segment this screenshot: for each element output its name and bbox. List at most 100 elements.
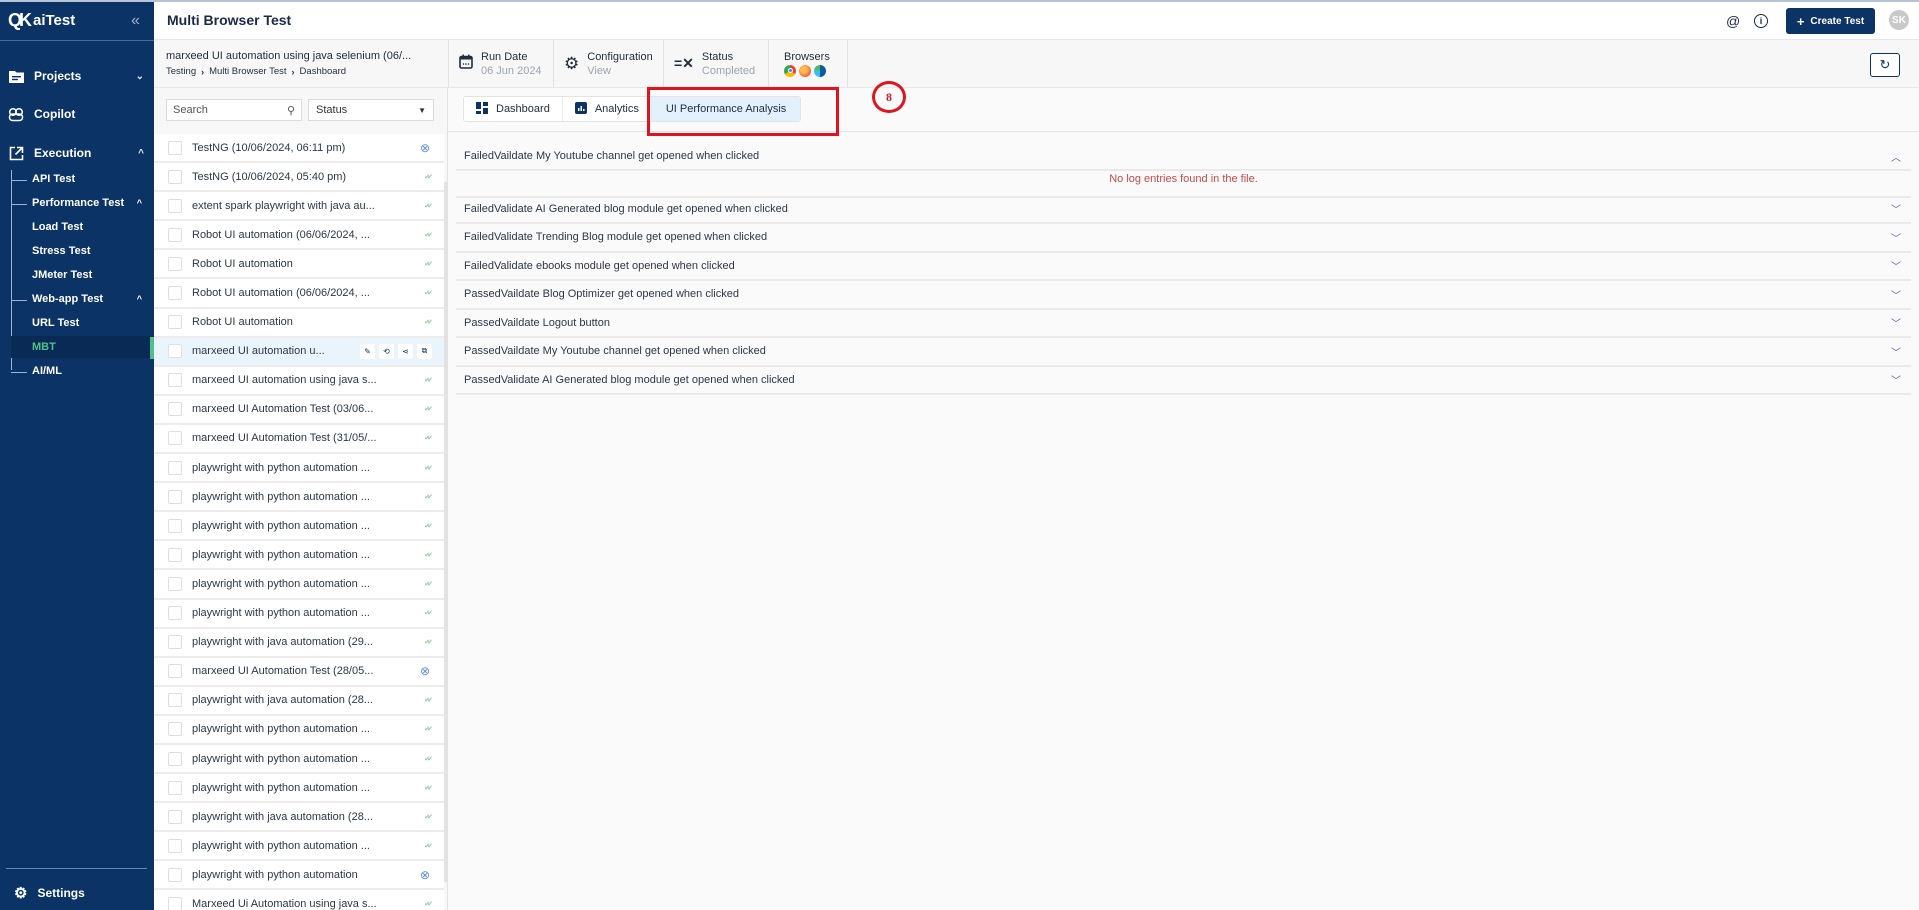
chevron-down-icon[interactable]: ﹀ [1891,230,1901,245]
row-checkbox[interactable] [168,373,182,388]
result-accordion-item[interactable]: PassedValidate AI Generated blog module … [456,367,1911,395]
chevron-down-icon[interactable]: ﹀ [1891,315,1901,330]
row-checkbox[interactable] [168,518,182,533]
create-test-button[interactable]: + Create Test [1786,8,1875,34]
row-checkbox[interactable] [168,751,182,766]
list-item[interactable]: playwright with python automation ... ✔✔ [154,454,444,484]
result-accordion-item[interactable]: PassedVaildate Logout button ﹀ [456,310,1911,338]
share-icon[interactable]: ⋖ [398,343,413,359]
list-item[interactable]: Marxeed Ui Automation using java s... ✔✔ [154,890,444,910]
row-checkbox[interactable] [168,838,182,853]
avatar[interactable]: SK [1889,10,1909,30]
list-item[interactable]: marxeed UI Automation Test (03/06... ✔✔ [154,395,444,425]
row-checkbox[interactable] [168,140,182,155]
list-item[interactable]: TestNG (10/06/2024, 05:40 pm) ✔✔ [154,163,444,193]
list-item[interactable]: playwright with java automation (28... ✔✔ [154,686,444,716]
list-item[interactable]: playwright with python automation ⊗ [154,861,444,891]
list-item[interactable]: playwright with python automation ... ✔✔ [154,774,444,804]
nav-execution[interactable]: Execution ^ [8,145,148,161]
row-checkbox[interactable] [168,169,182,184]
row-checkbox[interactable] [168,431,182,446]
list-item[interactable]: playwright with java automation (29... ✔✔ [154,628,444,658]
search-input[interactable]: Search ⚲ [166,99,302,121]
row-checkbox[interactable] [168,402,182,417]
row-checkbox[interactable] [168,896,182,910]
nav-url-test[interactable]: URL Test [32,317,152,329]
tab-analytics[interactable]: Analytics [563,97,652,121]
result-accordion-header[interactable]: FailedVaildate My Youtube channel get op… [456,144,1911,171]
list-item[interactable]: Robot UI automation (06/06/2024, ... ✔✔ [154,279,444,309]
result-accordion-header[interactable]: PassedVaildate Blog Optimizer get opened… [456,281,1911,308]
list-item[interactable]: playwright with java automation (28... ✔✔ [154,803,444,833]
result-accordion-item[interactable]: PassedVaildate Blog Optimizer get opened… [456,281,1911,310]
nav-performance-test[interactable]: Performance Test ^ [11,197,152,209]
breadcrumb-multi-browser-test[interactable]: Multi Browser Test [209,66,286,77]
list-item[interactable]: marxeed UI automation u... ✎ ⟲ ⋖ ⧉ [154,337,444,367]
chevron-up-icon[interactable]: ︿ [1891,149,1901,164]
row-checkbox[interactable] [168,460,182,475]
nav-mbt[interactable]: MBT [11,336,154,358]
list-item[interactable]: playwright with python automation ... ✔✔ [154,570,444,600]
result-accordion-item[interactable]: FailedValidate AI Generated blog module … [456,196,1911,224]
row-checkbox[interactable] [168,198,182,213]
result-accordion-header[interactable]: PassedValidate AI Generated blog module … [456,367,1911,394]
row-checkbox[interactable] [168,780,182,795]
refresh-button[interactable]: ↻ [1870,53,1900,77]
row-checkbox[interactable] [168,664,182,679]
row-checkbox[interactable] [168,315,182,330]
chevron-down-icon[interactable]: ﹀ [1891,258,1901,273]
result-accordion-item[interactable]: FailedVaildate My Youtube channel get op… [456,144,1911,198]
configuration-view-link[interactable]: View [587,65,652,77]
list-item[interactable]: marxeed UI automation using java s... ✔✔ [154,366,444,396]
row-checkbox[interactable] [168,606,182,621]
nav-stress-test[interactable]: Stress Test [32,245,152,257]
row-checkbox[interactable] [168,227,182,242]
mention-icon[interactable]: @ [1726,13,1740,29]
tab-dashboard[interactable]: Dashboard [464,97,563,121]
status-filter-select[interactable]: Status ▼ [308,99,434,121]
row-checkbox[interactable] [168,722,182,737]
list-item[interactable]: playwright with python automation ... ✔✔ [154,512,444,542]
row-checkbox[interactable] [168,867,182,882]
result-accordion-item[interactable]: FailedValidate ebooks module get opened … [456,253,1911,281]
list-item[interactable]: playwright with python automation ... ✔✔ [154,483,444,513]
row-checkbox[interactable] [168,635,182,650]
breadcrumb-dashboard[interactable]: Dashboard [300,66,346,77]
row-checkbox[interactable] [168,286,182,301]
chevron-down-icon[interactable]: ﹀ [1891,287,1901,302]
result-accordion-header[interactable]: PassedVaildate My Youtube channel get op… [456,338,1911,365]
row-checkbox[interactable] [168,809,182,824]
chevron-down-icon[interactable]: ﹀ [1891,344,1901,359]
row-checkbox[interactable] [168,489,182,504]
row-checkbox[interactable] [168,256,182,271]
list-item[interactable]: playwright with python automation ... ✔✔ [154,715,444,745]
list-item[interactable]: TestNG (10/06/2024, 06:11 pm) ⊗ [154,134,444,164]
list-item[interactable]: Robot UI automation ✔✔ [154,308,444,338]
nav-projects[interactable]: Projects ⌄ [8,68,148,84]
nav-jmeter-test[interactable]: JMeter Test [32,269,152,281]
list-item[interactable]: playwright with python automation ... ✔✔ [154,744,444,775]
list-item[interactable]: extent spark playwright with java au... ✔… [154,192,444,222]
list-item[interactable]: Robot UI automation (06/06/2024, ... ✔✔ [154,221,444,251]
row-checkbox[interactable] [168,344,182,359]
list-item[interactable]: playwright with python automation ... ✔✔ [154,541,444,571]
rerun-icon[interactable]: ⟲ [379,343,394,359]
chevron-down-icon[interactable]: ﹀ [1891,372,1901,387]
result-accordion-header[interactable]: FailedValidate ebooks module get opened … [456,253,1911,280]
row-checkbox[interactable] [168,547,182,562]
result-accordion-item[interactable]: PassedVaildate My Youtube channel get op… [456,338,1911,367]
nav-copilot[interactable]: Copilot [8,106,148,122]
list-item[interactable]: marxeed UI Automation Test (31/05/... ✔✔ [154,424,444,455]
nav-web-app-test[interactable]: Web-app Test ^ [11,293,152,305]
list-item[interactable]: marxeed UI Automation Test (28/05... ⊗ [154,657,444,687]
result-accordion-header[interactable]: FailedValidate AI Generated blog module … [456,196,1911,223]
result-accordion-header[interactable]: FailedValidate Trending Blog module get … [456,224,1911,251]
list-item[interactable]: Robot UI automation ✔✔ [154,250,444,280]
brand-logo[interactable]: QK aiTest [8,10,75,31]
result-accordion-header[interactable]: PassedVaildate Logout button ﹀ [456,310,1911,337]
collapse-sidebar-icon[interactable]: « [131,12,140,30]
chevron-down-icon[interactable]: ﹀ [1891,201,1901,216]
nav-settings[interactable]: ⚙ Settings [14,884,85,902]
info-icon[interactable]: i [1754,14,1768,28]
breadcrumb-testing[interactable]: Testing [166,66,196,77]
